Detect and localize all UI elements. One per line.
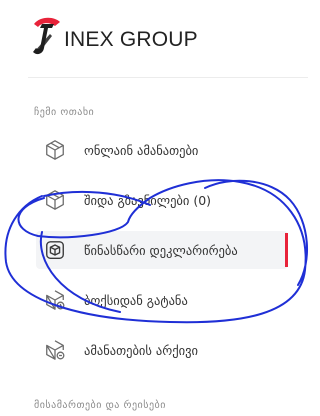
section-label-addresses-flights: მისამართები და რეისები: [34, 400, 166, 411]
package-icon: [44, 139, 78, 161]
sidebar-item-online-parcels[interactable]: ონლაინ ამანათები: [36, 131, 288, 169]
sidebar-item-internal-shipments[interactable]: შიდა გზავნილები (0): [36, 181, 288, 219]
active-indicator: [285, 233, 288, 267]
sidebar-item-label: ონლაინ ამანათები: [84, 142, 199, 158]
brand-name: INEX GROUP: [64, 28, 198, 51]
sidebar-item-parcel-archive[interactable]: ამანათების არქივი: [36, 331, 288, 369]
brand-logo[interactable]: INEX GROUP: [28, 14, 198, 62]
package-archive-icon: [44, 339, 78, 361]
sidebar-item-box-pickup[interactable]: ბოქსიდან გატანა: [36, 281, 288, 319]
sidebar-item-label: შიდა გზავნილები (0): [84, 192, 212, 208]
header-divider: [28, 77, 308, 78]
sidebar-item-label: ბოქსიდან გატანა: [84, 292, 188, 308]
sidebar-item-label: ამანათების არქივი: [84, 342, 198, 358]
package-icon: [44, 189, 78, 211]
sidebar-item-pre-declaration[interactable]: წინასწარი დეკლარირება: [36, 231, 288, 269]
inex-logo-mark-icon: [33, 17, 60, 55]
section-label-my-room: ჩემი ოთახი: [34, 107, 95, 118]
sidebar-item-label: წინასწარი დეკლარირება: [84, 242, 238, 258]
package-declare-icon: [44, 239, 78, 261]
package-clock-icon: [44, 289, 78, 311]
